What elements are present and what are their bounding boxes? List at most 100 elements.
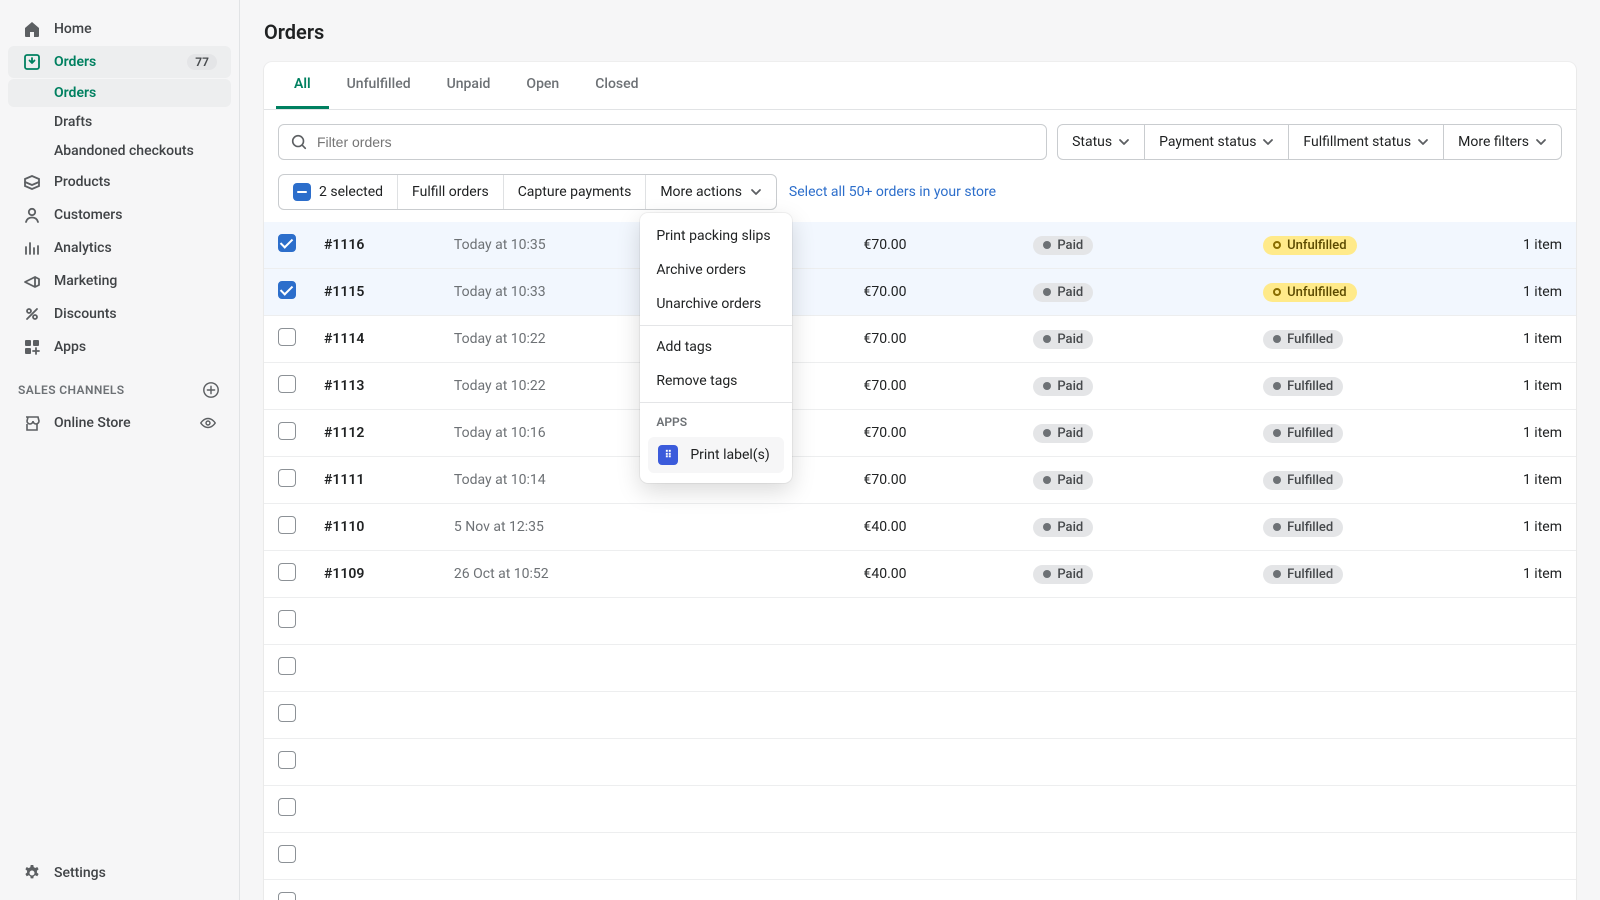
tab-all[interactable]: All	[276, 62, 329, 109]
order-customer	[650, 504, 850, 551]
row-checkbox[interactable]	[278, 281, 296, 299]
order-date: Today at 10:35	[440, 222, 650, 269]
order-id[interactable]: #1113	[310, 363, 440, 410]
menu-item-remove-tags[interactable]: Remove tags	[640, 364, 792, 398]
table-row[interactable]: #1114 Today at 10:22 €70.00 Paid Fulfill…	[264, 316, 1576, 363]
search-icon	[290, 133, 308, 151]
select-all-link[interactable]: Select all 50+ orders in your store	[789, 184, 996, 200]
button-label: Payment status	[1159, 134, 1256, 150]
sidebar-subitem-abandoned[interactable]: Abandoned checkouts	[8, 137, 231, 165]
search-input[interactable]	[278, 124, 1047, 160]
sidebar-item-analytics[interactable]: Analytics	[8, 232, 231, 264]
table-row-empty	[264, 786, 1576, 833]
tab-closed[interactable]: Closed	[577, 62, 656, 109]
caret-down-icon	[1417, 136, 1429, 148]
orders-table-wrap[interactable]: #1116 Today at 10:35 €70.00 Paid Unfulfi…	[264, 222, 1576, 900]
tab-unfulfilled[interactable]: Unfulfilled	[329, 62, 429, 109]
order-id[interactable]: #1115	[310, 269, 440, 316]
caret-down-icon	[1262, 136, 1274, 148]
row-checkbox[interactable]	[278, 469, 296, 487]
table-row[interactable]: #1111 Today at 10:14 €70.00 Paid Fulfill…	[264, 457, 1576, 504]
sidebar-item-customers[interactable]: Customers	[8, 199, 231, 231]
row-checkbox[interactable]	[278, 422, 296, 440]
order-total: €70.00	[849, 316, 1019, 363]
table-row-empty	[264, 739, 1576, 786]
payment-badge: Paid	[1033, 565, 1093, 584]
row-checkbox[interactable]	[278, 657, 296, 675]
status-dot-icon	[1273, 523, 1281, 531]
row-checkbox[interactable]	[278, 704, 296, 722]
order-id[interactable]: #1112	[310, 410, 440, 457]
row-checkbox[interactable]	[278, 563, 296, 581]
order-total: €70.00	[849, 363, 1019, 410]
sidebar-subitem-drafts[interactable]: Drafts	[8, 108, 231, 136]
order-items: 1 item	[1509, 457, 1576, 504]
add-channel-button[interactable]	[201, 380, 221, 400]
sidebar-item-marketing[interactable]: Marketing	[8, 265, 231, 297]
sidebar-item-home[interactable]: Home	[8, 13, 231, 45]
row-checkbox[interactable]	[278, 798, 296, 816]
order-id[interactable]: #1109	[310, 551, 440, 598]
sidebar-item-label: Settings	[54, 865, 106, 881]
table-row[interactable]: #1109 26 Oct at 10:52 €40.00 Paid Fulfil…	[264, 551, 1576, 598]
sidebar-item-settings[interactable]: Settings	[8, 857, 231, 889]
filter-row: Status Payment status Fulfillment status…	[264, 110, 1576, 174]
fulfillment-badge: Fulfilled	[1263, 565, 1343, 584]
order-id[interactable]: #1116	[310, 222, 440, 269]
order-id[interactable]: #1110	[310, 504, 440, 551]
order-id[interactable]: #1111	[310, 457, 440, 504]
sidebar-item-discounts[interactable]: Discounts	[8, 298, 231, 330]
sidebar-subitem-orders-sub[interactable]: Orders	[8, 79, 231, 107]
button-label: More filters	[1458, 134, 1529, 150]
menu-item-print-packing-slips[interactable]: Print packing slips	[640, 219, 792, 253]
tab-unpaid[interactable]: Unpaid	[429, 62, 509, 109]
table-row[interactable]: #1115 Today at 10:33 €70.00 Paid Unfulfi…	[264, 269, 1576, 316]
fulfillment-badge: Unfulfilled	[1263, 283, 1356, 302]
fulfill-orders-button[interactable]: Fulfill orders	[398, 175, 504, 209]
table-row[interactable]: #1110 5 Nov at 12:35 €40.00 Paid Fulfill…	[264, 504, 1576, 551]
order-id[interactable]: #1114	[310, 316, 440, 363]
menu-item-label: Print label(s)	[690, 447, 769, 463]
menu-item-archive-orders[interactable]: Archive orders	[640, 253, 792, 287]
sidebar-item-orders[interactable]: Orders 77	[8, 46, 231, 78]
order-total: €40.00	[849, 551, 1019, 598]
table-row[interactable]: #1113 Today at 10:22 €70.00 Paid Fulfill…	[264, 363, 1576, 410]
table-row[interactable]: #1116 Today at 10:35 €70.00 Paid Unfulfi…	[264, 222, 1576, 269]
badge-label: Fulfilled	[1287, 379, 1333, 394]
order-customer	[650, 551, 850, 598]
row-checkbox[interactable]	[278, 375, 296, 393]
more-actions-button[interactable]: More actions	[646, 175, 776, 209]
badge-label: Paid	[1057, 426, 1083, 441]
badge-label: Fulfilled	[1287, 567, 1333, 582]
menu-item-add-tags[interactable]: Add tags	[640, 330, 792, 364]
filter-more-filters[interactable]: More filters	[1444, 124, 1562, 160]
table-row-empty	[264, 880, 1576, 900]
row-checkbox[interactable]	[278, 845, 296, 863]
search-wrap	[278, 124, 1047, 160]
button-label: Fulfill orders	[412, 184, 489, 200]
capture-payments-button[interactable]: Capture payments	[504, 175, 647, 209]
row-checkbox[interactable]	[278, 516, 296, 534]
filter-status[interactable]: Status	[1057, 124, 1145, 160]
menu-item-unarchive-orders[interactable]: Unarchive orders	[640, 287, 792, 321]
table-row[interactable]: #1112 Today at 10:16 €70.00 Paid Fulfill…	[264, 410, 1576, 457]
row-checkbox[interactable]	[278, 234, 296, 252]
filter-payment-status[interactable]: Payment status	[1145, 124, 1289, 160]
row-checkbox[interactable]	[278, 751, 296, 769]
menu-item-print-labels[interactable]: ⠿ Print label(s)	[648, 437, 784, 473]
row-checkbox[interactable]	[278, 328, 296, 346]
selection-count[interactable]: 2 selected	[279, 175, 398, 209]
sidebar-channel-online-store[interactable]: Online Store	[8, 407, 231, 439]
eye-icon[interactable]	[199, 414, 217, 432]
tab-open[interactable]: Open	[508, 62, 577, 109]
row-checkbox[interactable]	[278, 610, 296, 628]
status-dot-icon	[1273, 382, 1281, 390]
row-checkbox[interactable]	[278, 892, 296, 900]
app-icon: ⠿	[658, 445, 678, 465]
indeterminate-checkbox-icon	[293, 183, 311, 201]
sidebar-item-products[interactable]: Products	[8, 166, 231, 198]
order-date: Today at 10:33	[440, 269, 650, 316]
sidebar-item-label: Online Store	[54, 415, 131, 431]
filter-fulfillment-status[interactable]: Fulfillment status	[1289, 124, 1444, 160]
sidebar-item-apps[interactable]: Apps	[8, 331, 231, 363]
